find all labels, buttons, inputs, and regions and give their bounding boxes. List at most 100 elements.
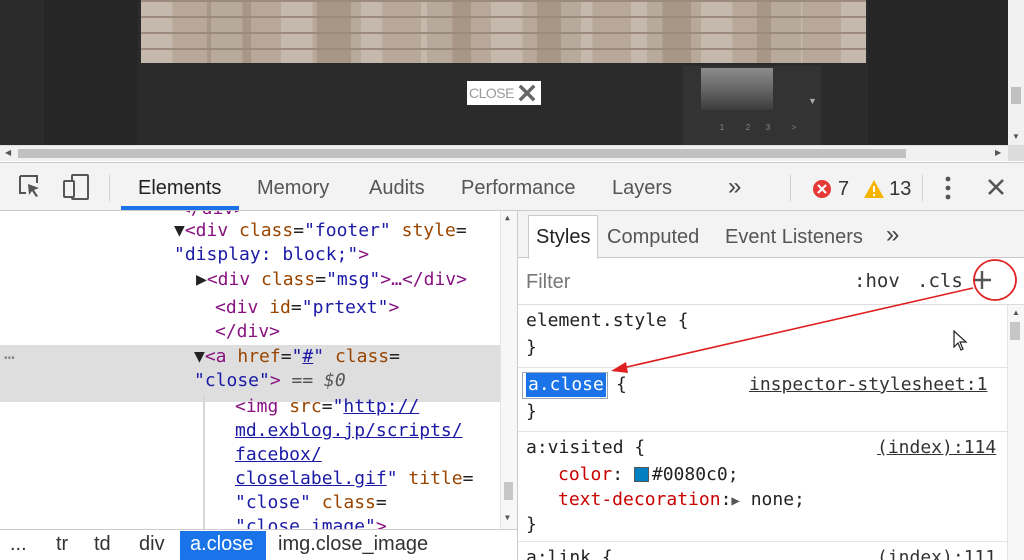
node-actions-ellipsis[interactable]: … [4,342,15,366]
dom-line-msg[interactable]: ▶<div class="msg">…</div> [196,268,467,292]
inspect-element-icon[interactable] [17,173,43,201]
a-visited-source-link[interactable]: (index):114 [877,436,996,460]
warning-count: 13 [889,177,912,200]
active-tab-indicator [121,206,239,210]
tab-memory[interactable]: Memory [257,177,329,200]
close-button-label: CLOSE [469,85,514,101]
error-count: 7 [838,177,850,200]
pagination-next[interactable]: > [787,122,801,134]
close-button[interactable]: CLOSE [467,81,541,105]
breadcrumb-item[interactable]: img.close_image [278,533,428,556]
rule-open-brace: { [616,374,627,395]
page-background-strip [868,0,1008,145]
page-background-strip [44,0,138,145]
tab-audits[interactable]: Audits [369,177,425,200]
tab-event-listeners[interactable]: Event Listeners [725,226,863,249]
scroll-left-arrow-icon[interactable]: ◀ [5,148,11,157]
styles-panel-scroll-thumb[interactable] [1010,322,1020,340]
pagination-link[interactable]: 2 [741,122,755,134]
dom-tree-panel: </div> ▼<div class="footer" style= "disp… [0,211,517,529]
page-viewport: CLOSE ▼ 1 2 3 > [0,0,1024,161]
breadcrumb-item[interactable]: div [139,533,165,556]
tab-styles[interactable]: Styles [536,226,590,249]
dom-line-footer[interactable]: ▼<div class="footer" style= [174,219,467,243]
mouse-cursor-icon [953,330,968,351]
hover-state-toggle[interactable]: :hov [854,270,900,292]
more-tabs-icon[interactable]: » [728,173,741,201]
element-style-rule[interactable]: element.style { [526,309,689,333]
warning-icon [864,180,885,198]
rule-divider [518,541,1008,542]
a-link-rule[interactable]: a:link { [526,546,613,560]
dom-line-img-src[interactable]: md.exblog.jp/scripts/ [235,419,463,443]
brick-wall-image [141,0,866,63]
a-visited-rule[interactable]: a:visited { [526,436,645,460]
page-vertical-scroll-thumb[interactable] [1011,87,1021,104]
color-declaration[interactable]: color: #0080c0; [558,463,739,487]
text-decoration-declaration[interactable]: text-decoration:▶ none; [558,488,805,513]
dom-panel-scroll-thumb[interactable] [504,482,513,500]
tree-guide-line [203,394,205,529]
dom-line-prtext[interactable]: <div id="prtext"> [215,296,399,320]
color-swatch-icon[interactable] [633,467,649,482]
expand-triangle-icon[interactable]: ▼ [174,220,185,241]
dom-line-class-value[interactable]: "close"> == $0 [194,369,346,393]
tab-performance[interactable]: Performance [461,177,576,200]
a-close-source-link[interactable]: inspector-stylesheet:1 [749,373,987,397]
close-devtools-icon[interactable] [986,177,1006,197]
more-tabs-icon[interactable]: » [886,221,899,249]
dom-line-img-src[interactable]: closelabel.gif" title= [235,467,473,491]
scroll-down-arrow-icon[interactable]: ▼ [505,513,510,522]
dom-line[interactable]: </div> [215,320,280,344]
rule-close-brace: } [526,514,537,535]
dom-line-img-src[interactable]: facebox/ [235,443,322,467]
dom-line-img-class[interactable]: "close_image"> [235,515,387,529]
styles-filter-input[interactable] [526,269,826,295]
rule-divider [518,367,1008,368]
collapsed-triangle-icon[interactable]: ▶ [196,269,207,290]
page-horizontal-scroll-thumb[interactable] [18,149,906,158]
dom-line-style-value[interactable]: "display: block;"> [174,243,369,267]
tab-elements[interactable]: Elements [138,177,221,200]
selected-node-marker: == $0 [291,370,346,391]
page-vertical-scrollbar[interactable] [1008,0,1024,145]
scroll-up-arrow-icon[interactable]: ▲ [1012,308,1020,317]
styles-panel-scrollbar[interactable] [1007,305,1024,560]
dom-line-a-close[interactable]: ▼<a href="#" class= [194,345,400,369]
toolbar-separator [790,175,791,201]
breadcrumb-item-active[interactable]: a.close [190,533,253,556]
a-link-source-link[interactable]: (index):111 [877,546,996,560]
tab-computed[interactable]: Computed [607,226,699,249]
pagination-link[interactable]: 1 [715,122,729,134]
rule-close-brace: } [526,401,537,422]
sidebar-tabs: Styles Computed Event Listeners » [518,211,1024,259]
breadcrumb-item[interactable]: td [94,533,111,556]
scroll-right-arrow-icon[interactable]: ▶ [995,148,1001,157]
add-style-rule-icon[interactable] [970,268,994,292]
breadcrumb-item[interactable]: ... [10,533,27,556]
dom-line-img-title[interactable]: "close" class= [235,491,387,515]
console-counts[interactable]: 7 13 [812,177,911,201]
close-icon [518,84,536,102]
breadcrumb-item[interactable]: tr [56,533,68,556]
breadcrumb: ... tr td div a.close img.close_image [0,529,517,560]
tab-layers[interactable]: Layers [612,177,672,200]
dom-line-img[interactable]: <img src="http:// [235,395,419,419]
chevron-down-icon[interactable]: ▼ [808,96,817,106]
a-close-selector[interactable]: a.close [526,373,606,397]
rule-close-brace: } [526,337,537,358]
kebab-menu-icon[interactable] [940,176,956,200]
error-icon [813,180,831,198]
device-toolbar-icon[interactable] [62,173,92,201]
scroll-up-arrow-icon[interactable]: ▲ [505,213,510,222]
expand-triangle-icon[interactable]: ▶ [731,493,739,509]
pagination-link[interactable]: 3 [761,122,775,134]
devtools-toolbar: Elements Memory Audits Performance Layer… [0,162,1024,211]
rule-divider [518,431,1008,432]
scrollbar-corner [1008,145,1024,161]
toolbar-separator [922,175,923,201]
thumbnail-image[interactable] [701,68,773,110]
expand-triangle-icon[interactable]: ▼ [194,346,205,367]
class-toggle[interactable]: .cls [917,270,963,292]
scroll-down-arrow-icon[interactable]: ▼ [1012,132,1020,141]
